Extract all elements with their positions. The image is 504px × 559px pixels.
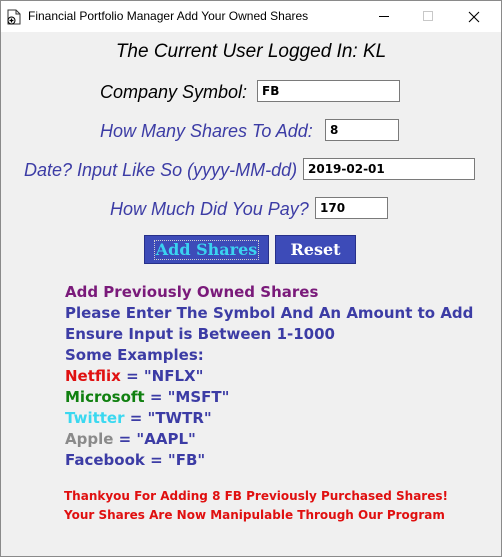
price-label: How Much Did You Pay?: [110, 199, 309, 219]
example-code: = "MSFT": [144, 388, 230, 406]
instructions-panel: Add Previously Owned Shares Please Enter…: [65, 282, 473, 471]
app-window: Financial Portfolio Manager Add Your Own…: [0, 0, 502, 557]
shares-input[interactable]: [325, 119, 399, 141]
example-name: Twitter: [65, 409, 125, 427]
example-code: = "TWTR": [124, 409, 212, 427]
example-name: Facebook: [65, 451, 145, 469]
shares-label: How Many Shares To Add:: [100, 121, 313, 141]
maximize-icon: [422, 11, 433, 21]
example-name: Apple: [65, 430, 114, 448]
symbol-label: Company Symbol:: [100, 82, 248, 102]
app-icon: [7, 9, 21, 25]
date-input[interactable]: [303, 158, 475, 180]
add-shares-button[interactable]: Add Shares: [144, 235, 269, 264]
minimize-button[interactable]: [361, 1, 407, 32]
current-user-label: The Current User Logged In: KL: [115, 41, 387, 62]
examples-title: Some Examples:: [65, 346, 204, 364]
example-item: Twitter = "TWTR": [65, 408, 473, 429]
example-item: Facebook = "FB": [65, 450, 473, 471]
add-shares-label: Add Shares: [153, 239, 260, 260]
close-icon: [468, 11, 480, 22]
example-item: Netflix = "NFLX": [65, 366, 473, 387]
symbol-input[interactable]: [257, 80, 400, 102]
minimize-icon: [378, 16, 389, 17]
example-item: Apple = "AAPL": [65, 429, 473, 450]
status-message-line: Your Shares Are Now Manipulable Through …: [64, 508, 445, 522]
example-code: = "FB": [144, 451, 206, 469]
example-name: Netflix: [65, 367, 121, 385]
status-message: Thankyou For Adding 8 FB Previously Purc…: [64, 487, 448, 525]
instructions-heading: Add Previously Owned Shares: [65, 283, 319, 301]
status-message-line: Thankyou For Adding 8 FB Previously Purc…: [64, 489, 448, 503]
price-input[interactable]: [315, 197, 388, 219]
instructions-line: Ensure Input is Between 1-1000: [65, 325, 335, 343]
example-code: = "NFLX": [120, 367, 204, 385]
close-button[interactable]: [451, 1, 497, 32]
instructions-line: Please Enter The Symbol And An Amount to…: [65, 304, 474, 322]
date-label: Date? Input Like So (yyyy-MM-dd): [24, 160, 298, 180]
reset-button[interactable]: Reset: [275, 235, 356, 264]
example-code: = "AAPL": [113, 430, 196, 448]
window-title: Financial Portfolio Manager Add Your Own…: [28, 9, 309, 23]
example-name: Microsoft: [65, 388, 145, 406]
maximize-button[interactable]: [405, 1, 451, 32]
example-item: Microsoft = "MSFT": [65, 387, 473, 408]
title-bar: Financial Portfolio Manager Add Your Own…: [1, 1, 501, 32]
